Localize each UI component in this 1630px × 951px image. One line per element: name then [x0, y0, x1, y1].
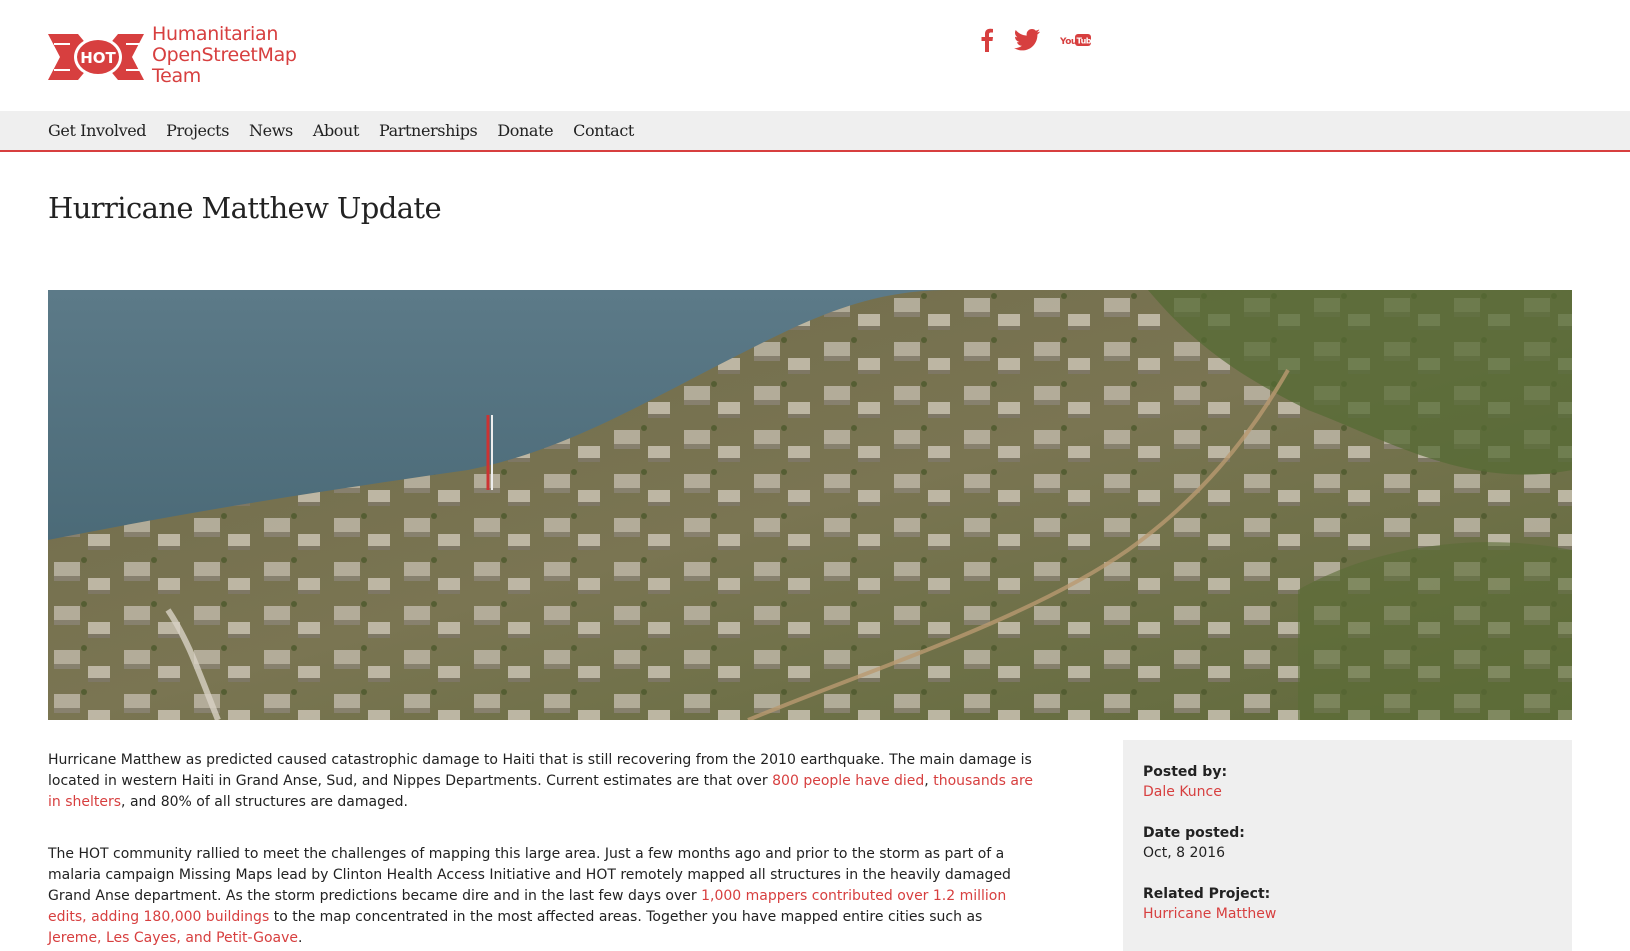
article-paragraph-2: The HOT community rallied to meet the ch… [48, 844, 1038, 949]
hero-photo [48, 290, 1572, 720]
svg-text:Tube: Tube [1077, 37, 1093, 46]
page-title: Hurricane Matthew Update [48, 191, 442, 225]
nav-item-about[interactable]: About [313, 121, 360, 140]
nav-item-contact[interactable]: Contact [573, 121, 634, 140]
date-posted-value: Oct, 8 2016 [1143, 845, 1226, 861]
site-header: HOT Humanitarian OpenStreetMap Team You … [0, 0, 1630, 111]
author-link[interactable]: Dale Kunce [1143, 782, 1552, 802]
related-project-label: Related Project: [1143, 886, 1271, 902]
p2-text-c: . [297, 930, 303, 946]
social-links: You Tube [980, 28, 1098, 57]
p2-text-b: to the map concentrated in the most affe… [269, 909, 983, 925]
date-posted-label: Date posted: [1143, 825, 1245, 841]
article-paragraph-1: Hurricane Matthew as predicted caused ca… [48, 750, 1038, 813]
link-mapped-cities[interactable]: Jereme, Les Cayes, and Petit-Goave [48, 930, 298, 946]
facebook-icon [981, 28, 993, 52]
youtube-icon: You Tube [1059, 34, 1098, 47]
nav-item-partnerships[interactable]: Partnerships [379, 121, 478, 140]
logo-mark-text: HOT [80, 49, 116, 67]
nav-item-news[interactable]: News [249, 121, 293, 140]
p1-separator: , [924, 773, 934, 789]
p1-text-b: , and 80% of all structures are damaged. [121, 794, 408, 810]
post-meta-sidebar: Posted by: Dale Kunce Date posted: Oct, … [1123, 740, 1572, 951]
main-nav: Get Involved Projects News About Partner… [0, 111, 1630, 152]
logo-line-3: Team [152, 65, 202, 87]
related-project-link[interactable]: Hurricane Matthew [1143, 904, 1552, 924]
twitter-link[interactable] [1013, 29, 1040, 56]
logo-wordmark: Humanitarian OpenStreetMap Team [152, 24, 297, 87]
logo-line-2: OpenStreetMap [152, 44, 297, 66]
nav-item-donate[interactable]: Donate [497, 121, 553, 140]
nav-item-get-involved[interactable]: Get Involved [48, 121, 147, 140]
facebook-link[interactable] [980, 28, 994, 57]
hero-image [48, 290, 1572, 720]
youtube-link[interactable]: You Tube [1059, 32, 1098, 53]
logo-line-1: Humanitarian [152, 23, 279, 45]
svg-text:You: You [1060, 37, 1077, 47]
twitter-icon [1013, 29, 1040, 51]
nav-item-projects[interactable]: Projects [166, 121, 229, 140]
hot-logo[interactable]: HOT Humanitarian OpenStreetMap Team [48, 24, 318, 90]
posted-by-label: Posted by: [1143, 764, 1228, 780]
hot-logo-mark: HOT [48, 34, 144, 80]
article-body: Hurricane Matthew as predicted caused ca… [48, 750, 1038, 951]
link-800-people-died[interactable]: 800 people have died [772, 773, 924, 789]
